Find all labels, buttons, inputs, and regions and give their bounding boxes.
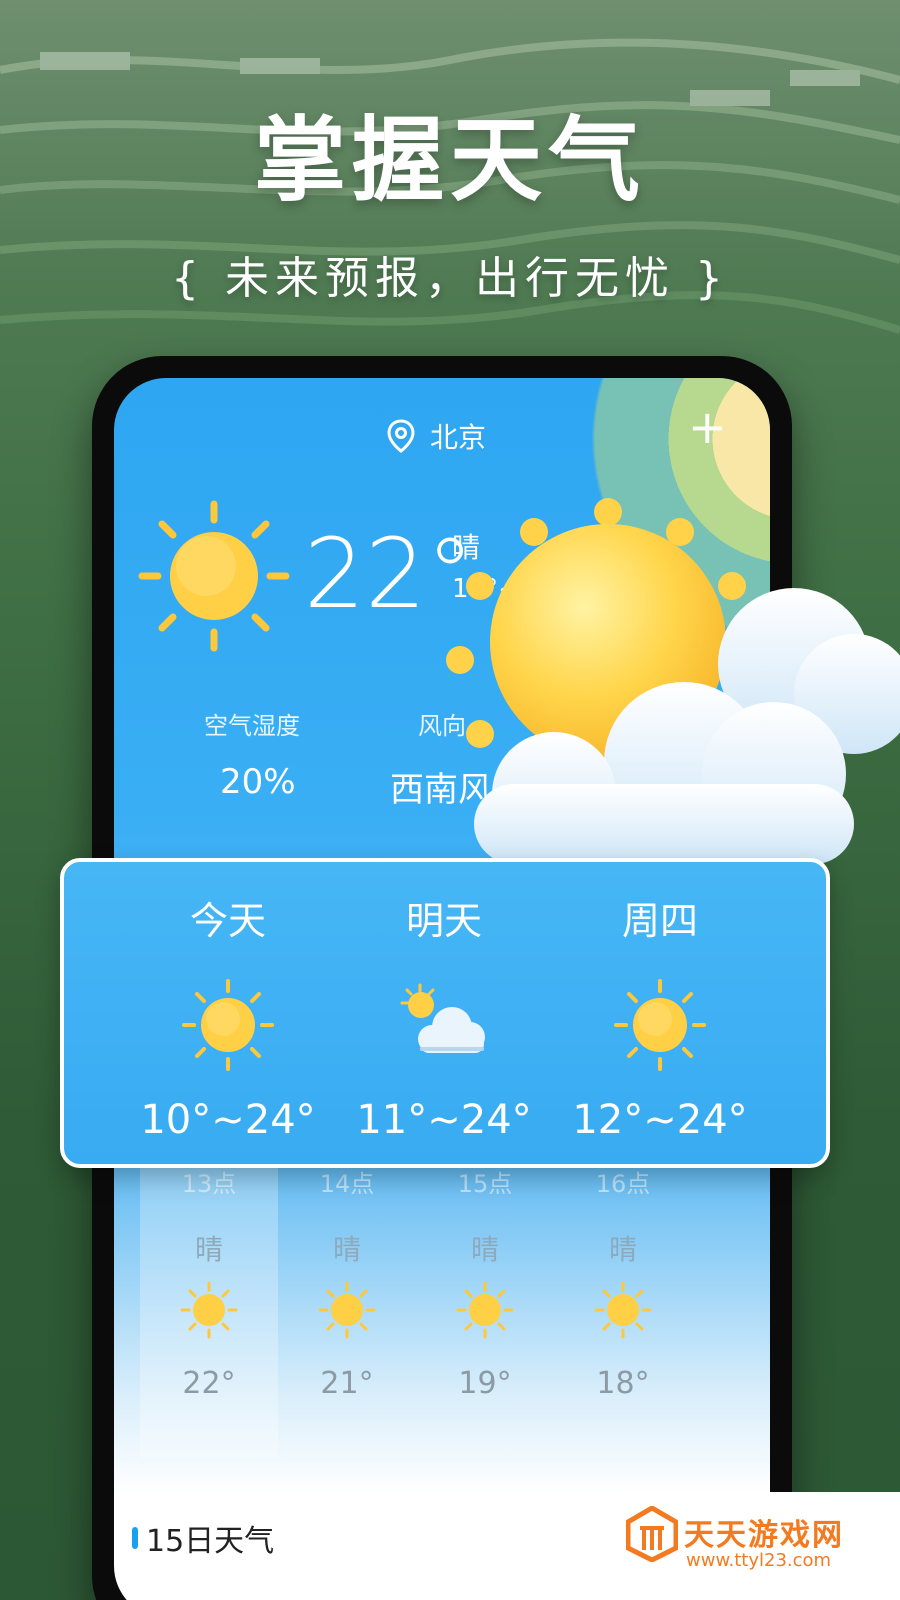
hour-condition: 晴 <box>194 1233 223 1266</box>
hour-time: 16点 <box>595 1170 651 1198</box>
watermark-name: 天天游戏网 <box>684 1518 844 1553</box>
location-pin-icon <box>387 419 415 453</box>
day-name: 明天 <box>405 899 482 943</box>
three-day-forecast-card: 今天 10°~24° 明天 11°~24° 周四 12°~24° <box>60 858 830 1168</box>
hour-temperature: 18° <box>596 1366 650 1401</box>
day-temperature-range: 10°~24° <box>140 1097 316 1143</box>
watermark: 天天游戏网 www.ttyl23.com <box>618 1492 900 1600</box>
hour-time: 15点 <box>457 1170 513 1198</box>
promo-subtitle: { 未来预报，出行无忧 } <box>171 253 729 304</box>
hourly-forecast: 13点 晴 22° 14点 晴 21° 15点 晴 19° 16点 晴 18° <box>114 1158 770 1518</box>
sun-icon <box>318 1281 376 1339</box>
location-name: 北京 <box>430 421 487 454</box>
sun-icon <box>614 979 706 1071</box>
plus-icon: + <box>688 400 727 454</box>
sun-icon <box>456 1281 514 1339</box>
hourly-item[interactable]: 16点 晴 18° <box>554 1158 692 1458</box>
partly-cloudy-icon <box>400 983 485 1053</box>
hour-temperature: 19° <box>458 1366 512 1401</box>
section-title: 15日天气 <box>146 1524 275 1559</box>
location-selector[interactable]: 北京 <box>384 416 486 456</box>
day-temperature-range: 12°~24° <box>572 1097 748 1143</box>
hour-condition: 晴 <box>608 1233 637 1266</box>
hour-temperature: 21° <box>320 1366 374 1401</box>
hourly-item[interactable]: 14点 晴 21° <box>278 1158 416 1458</box>
watermark-logo-icon <box>626 1506 678 1562</box>
forecast-day[interactable]: 周四 12°~24° <box>550 890 770 1143</box>
add-city-button[interactable]: + <box>688 404 727 450</box>
forecast-day[interactable]: 明天 11°~24° <box>334 890 554 1143</box>
hour-time: 14点 <box>319 1170 375 1198</box>
sun-behind-cloud-illustration <box>446 498 900 864</box>
day-name: 今天 <box>189 899 266 943</box>
hour-condition: 晴 <box>332 1233 361 1266</box>
sun-icon <box>180 1281 238 1339</box>
hour-time: 13点 <box>181 1170 237 1198</box>
hour-temperature: 22° <box>182 1366 236 1401</box>
hourly-item[interactable]: 13点 晴 22° <box>140 1158 278 1458</box>
sun-icon <box>138 500 290 652</box>
humidity-value: 20% <box>220 762 296 802</box>
hour-condition: 晴 <box>470 1233 499 1266</box>
sun-icon <box>594 1281 652 1339</box>
promo-screen: 掌握天气 { 未来预报，出行无忧 } 北京 + 22° 晴 空气湿度 20% 风… <box>0 0 900 1600</box>
15-day-forecast-header[interactable]: 15日天气 <box>132 1516 274 1560</box>
watermark-url: www.ttyl23.com <box>686 1550 832 1571</box>
section-accent-bar <box>132 1527 138 1549</box>
promo-title: 掌握天气 <box>253 107 646 214</box>
hourly-item[interactable]: 15点 晴 19° <box>416 1158 554 1458</box>
day-temperature-range: 11°~24° <box>356 1097 532 1143</box>
sun-icon <box>182 979 274 1071</box>
humidity-label: 空气湿度 <box>204 712 300 740</box>
forecast-day[interactable]: 今天 10°~24° <box>118 890 338 1143</box>
day-name: 周四 <box>621 899 698 943</box>
